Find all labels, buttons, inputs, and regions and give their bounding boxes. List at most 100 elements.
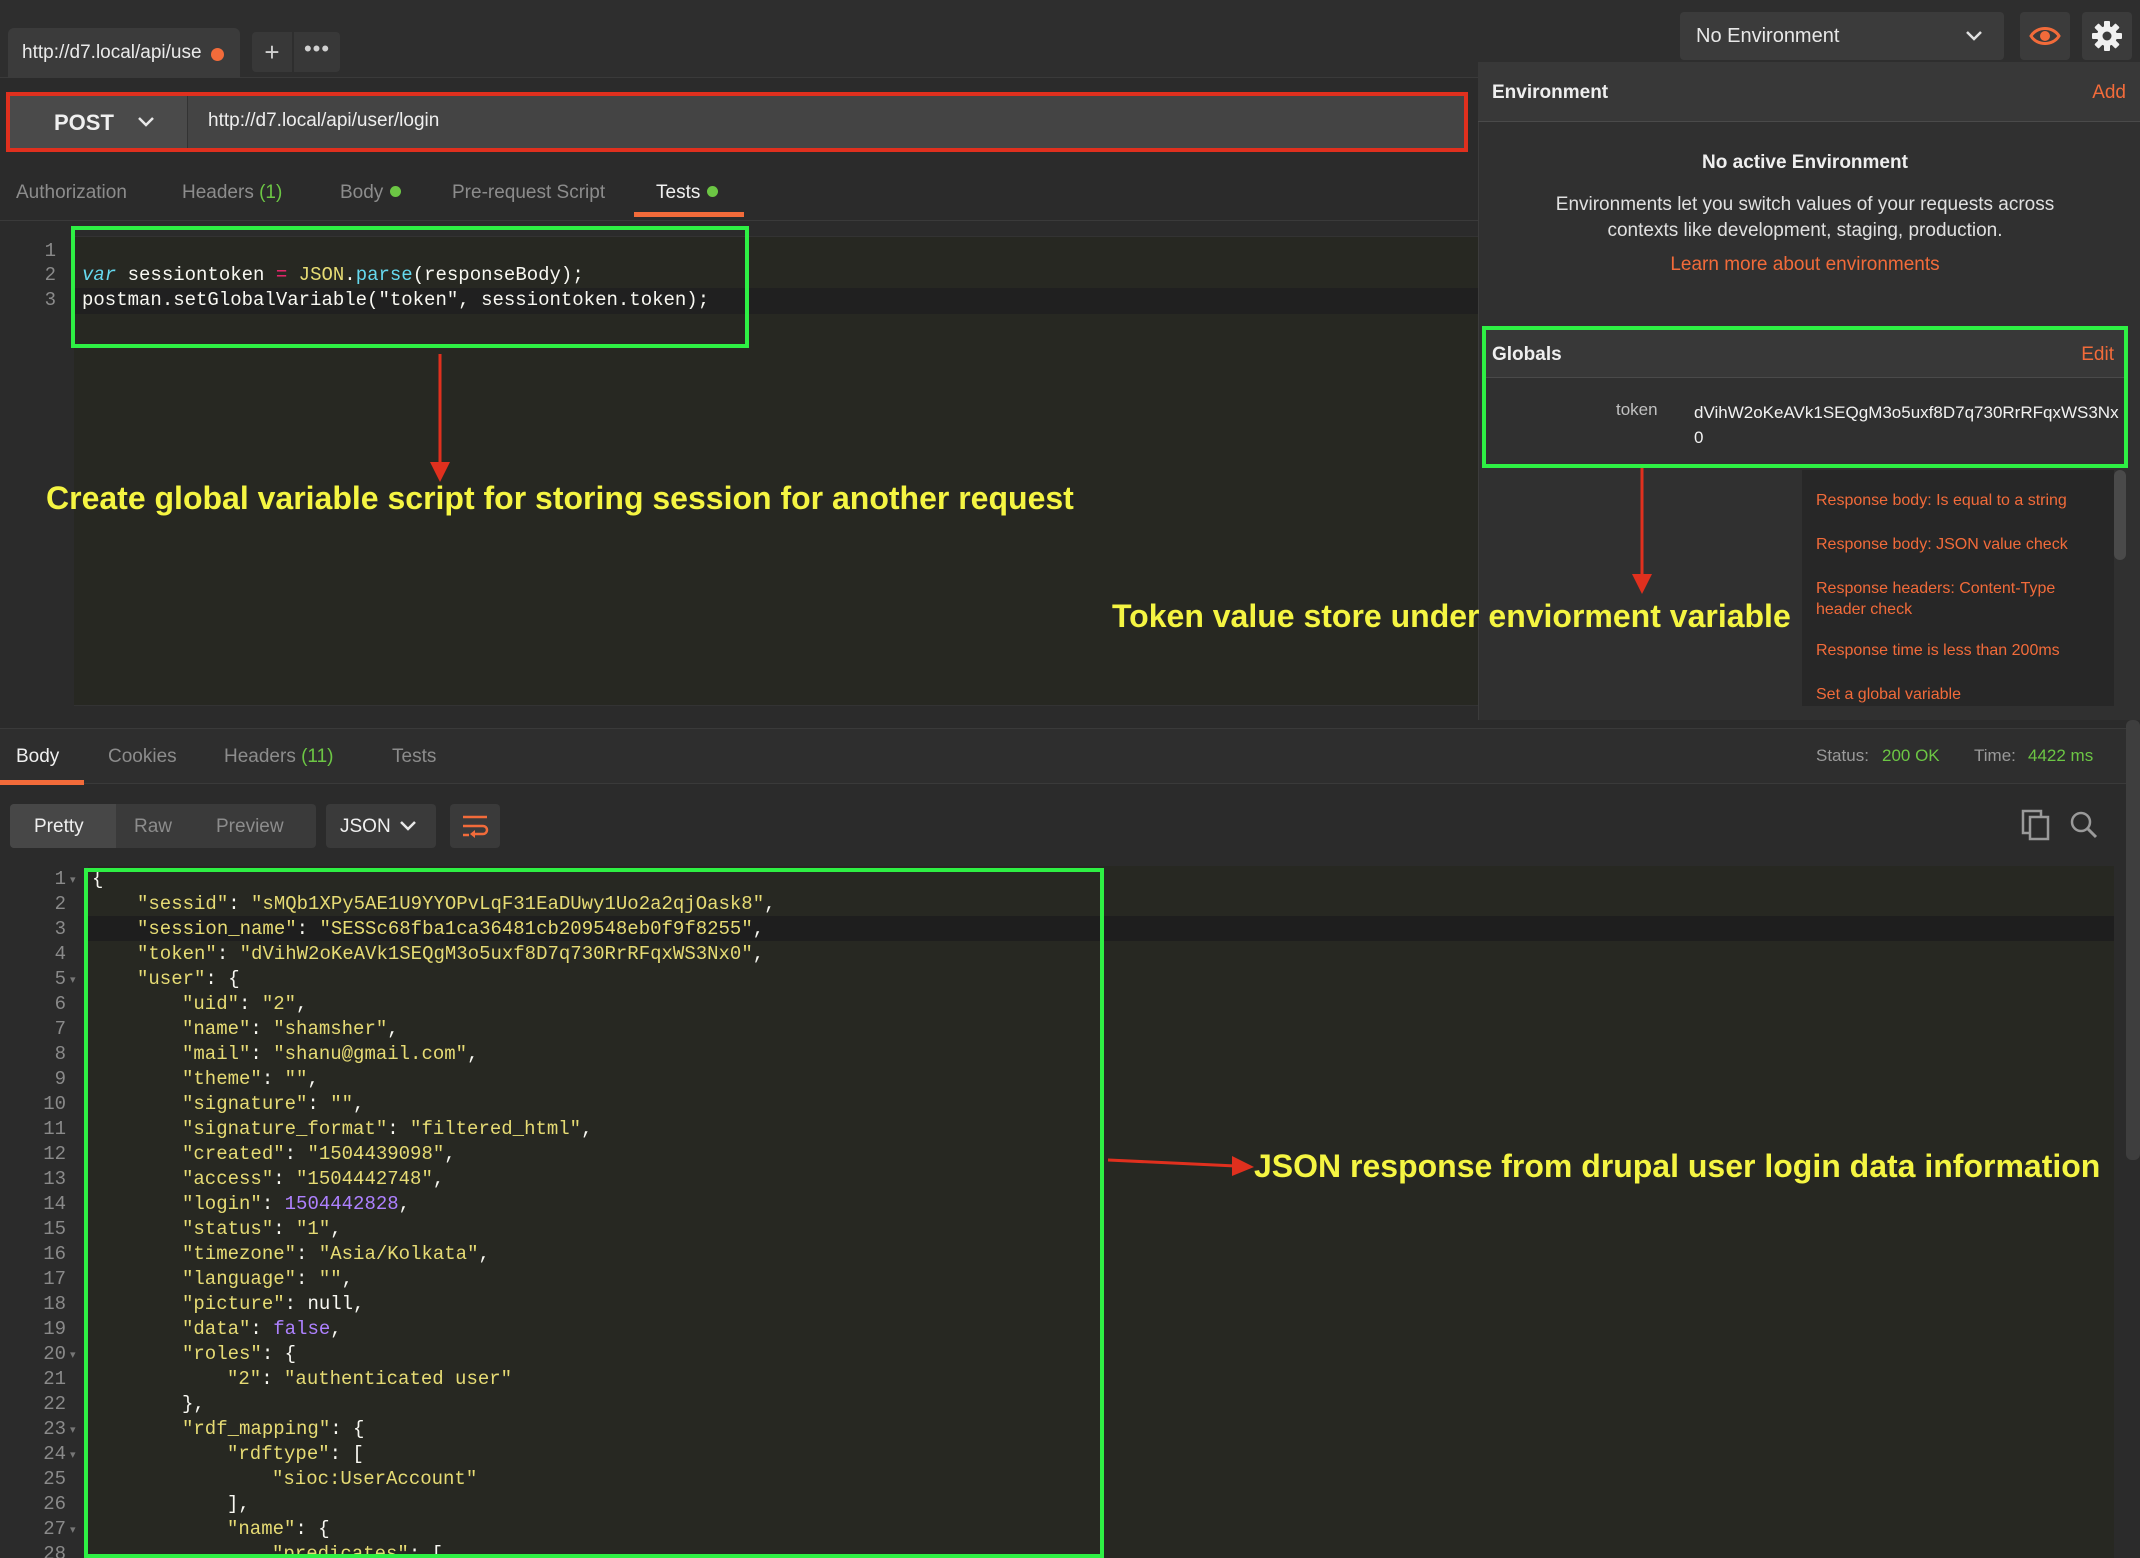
response-line-number: 13 [43, 1168, 66, 1190]
plus-icon[interactable]: + [252, 32, 292, 72]
response-line-number: 11 [43, 1118, 66, 1140]
response-line-number: 17 [43, 1268, 66, 1290]
response-line-number: 3 [54, 918, 66, 940]
environment-select-label: No Environment [1696, 25, 1840, 47]
response-line-number: 27 [43, 1518, 66, 1540]
environment-title: Environment [1492, 82, 1609, 103]
active-tab-underline [0, 780, 84, 785]
response-line-number: 8 [54, 1043, 66, 1065]
fold-toggle-icon[interactable]: ▾ [70, 1523, 76, 1536]
format-type-select[interactable]: JSON [326, 804, 436, 848]
tab-headers[interactable]: Headers (1) [182, 182, 282, 204]
response-line-number: 14 [43, 1193, 66, 1215]
response-line-number: 9 [54, 1068, 66, 1090]
response-tab-headers[interactable]: Headers (11) [224, 746, 334, 768]
line-number: 1 [44, 240, 56, 262]
copy-icon[interactable] [2020, 808, 2052, 842]
chevron-down-icon [1966, 31, 1982, 41]
wrap-lines-button[interactable] [450, 804, 500, 848]
annotation-script: Create global variable script for storin… [46, 480, 1074, 516]
wrap-lines-icon [463, 815, 489, 838]
response-line-number: 24 [43, 1443, 66, 1465]
globals-header: Globals Edit [1486, 330, 2124, 378]
annotation-arrow [430, 354, 450, 482]
snippet-link[interactable]: Response body: Is equal to a string [1816, 490, 2106, 511]
snippet-link[interactable]: Response time is less than 200ms [1816, 640, 2106, 661]
tab-authorization[interactable]: Authorization [16, 182, 127, 204]
fold-toggle-icon[interactable]: ▾ [70, 873, 76, 886]
response-line-number: 25 [43, 1468, 66, 1490]
headers-count: (1) [259, 182, 283, 203]
time-value: 4422 ms [2028, 746, 2094, 765]
tab-headers-label: Headers [182, 182, 254, 203]
preview-button[interactable]: Preview [216, 816, 284, 838]
more-tabs-button[interactable]: ••• [294, 32, 340, 72]
status-value: 200 OK [1882, 746, 1940, 765]
fold-toggle-icon[interactable]: ▾ [70, 1448, 76, 1461]
raw-button[interactable]: Raw [134, 816, 172, 838]
no-environment-title: No active Environment [1702, 152, 1908, 173]
format-type-label: JSON [340, 816, 391, 837]
learn-environments-link[interactable]: Learn more about environments [1478, 254, 2132, 276]
response-tab-cookies[interactable]: Cookies [108, 746, 177, 768]
fold-toggle-icon[interactable]: ▾ [70, 1348, 76, 1361]
environment-header: Environment Add [1478, 62, 2140, 122]
url-input[interactable]: http://d7.local/api/user/login [208, 110, 439, 132]
response-line-number: 23 [43, 1418, 66, 1440]
tests-indicator-dot [707, 186, 719, 197]
response-tab-body[interactable]: Body [16, 746, 59, 768]
chevron-down-icon [138, 117, 154, 127]
response-line-number: 1 [54, 868, 66, 890]
active-tab-underline [634, 212, 744, 217]
environment-select[interactable]: No Environment [1680, 12, 2004, 60]
tab-body-label: Body [340, 182, 384, 203]
response-headers-count: (11) [301, 746, 334, 767]
line-number: 3 [44, 289, 56, 311]
tab-prerequest[interactable]: Pre-request Script [452, 182, 605, 204]
annotation-arrow [1632, 468, 1652, 594]
search-icon[interactable] [2068, 808, 2100, 842]
response-line-number: 26 [43, 1493, 66, 1515]
pretty-button[interactable]: Pretty [34, 816, 84, 838]
edit-globals-link[interactable]: Edit [2081, 344, 2114, 366]
response-line-number: 15 [43, 1218, 66, 1240]
snippet-link[interactable]: Set a global variable [1816, 684, 2106, 705]
settings-button[interactable] [2082, 12, 2132, 60]
no-environment-description: Environments let you switch values of yo… [1555, 194, 2055, 241]
script-highlight-box [71, 226, 749, 348]
tab-tests[interactable]: Tests [656, 182, 719, 204]
response-line-number: 6 [54, 993, 66, 1015]
snippet-link[interactable]: Response body: JSON value check [1816, 534, 2106, 555]
request-tab-label: http://d7.local/api/user/login [22, 42, 202, 63]
snippet-link[interactable]: Response headers: Content-Type header ch… [1816, 578, 2106, 620]
response-scrollbar[interactable] [2126, 720, 2140, 1160]
unsaved-dot [211, 48, 224, 61]
response-line-number: 28 [43, 1543, 66, 1558]
time-label: Time: [1974, 746, 2016, 765]
global-variable-key: token [1616, 400, 1658, 419]
response-line-number: 10 [43, 1093, 66, 1115]
response-tab-headers-label: Headers [224, 746, 296, 767]
response-line-number: 19 [43, 1318, 66, 1340]
eye-icon [2029, 27, 2061, 45]
method-select[interactable]: POST [10, 96, 188, 148]
request-tab[interactable]: http://d7.local/api/user/login [8, 28, 240, 78]
chevron-down-icon [400, 821, 416, 831]
annotation-json: JSON response from drupal user login dat… [1254, 1148, 2101, 1184]
snippets-scrollbar[interactable] [2114, 470, 2126, 560]
response-line-number: 20 [43, 1343, 66, 1365]
environment-quick-look-button[interactable] [2020, 12, 2070, 60]
fold-toggle-icon[interactable]: ▾ [70, 1423, 76, 1436]
status-label: Status: [1816, 746, 1869, 765]
divider [0, 220, 1478, 221]
global-variable-value: dVihW2oKeAVk1SEQgM3o5uxf8D7q730RrRFqxWS3… [1694, 403, 2119, 447]
add-environment-link[interactable]: Add [2092, 82, 2126, 104]
response-line-number: 7 [54, 1018, 66, 1040]
response-tab-tests[interactable]: Tests [392, 746, 436, 768]
annotation-token: Token value store under enviorment varia… [1112, 598, 1791, 634]
globals-title: Globals [1492, 344, 1562, 365]
gear-icon [2092, 21, 2122, 51]
fold-toggle-icon[interactable]: ▾ [70, 973, 76, 986]
response-line-number: 21 [43, 1368, 66, 1390]
tab-body[interactable]: Body [340, 182, 402, 204]
